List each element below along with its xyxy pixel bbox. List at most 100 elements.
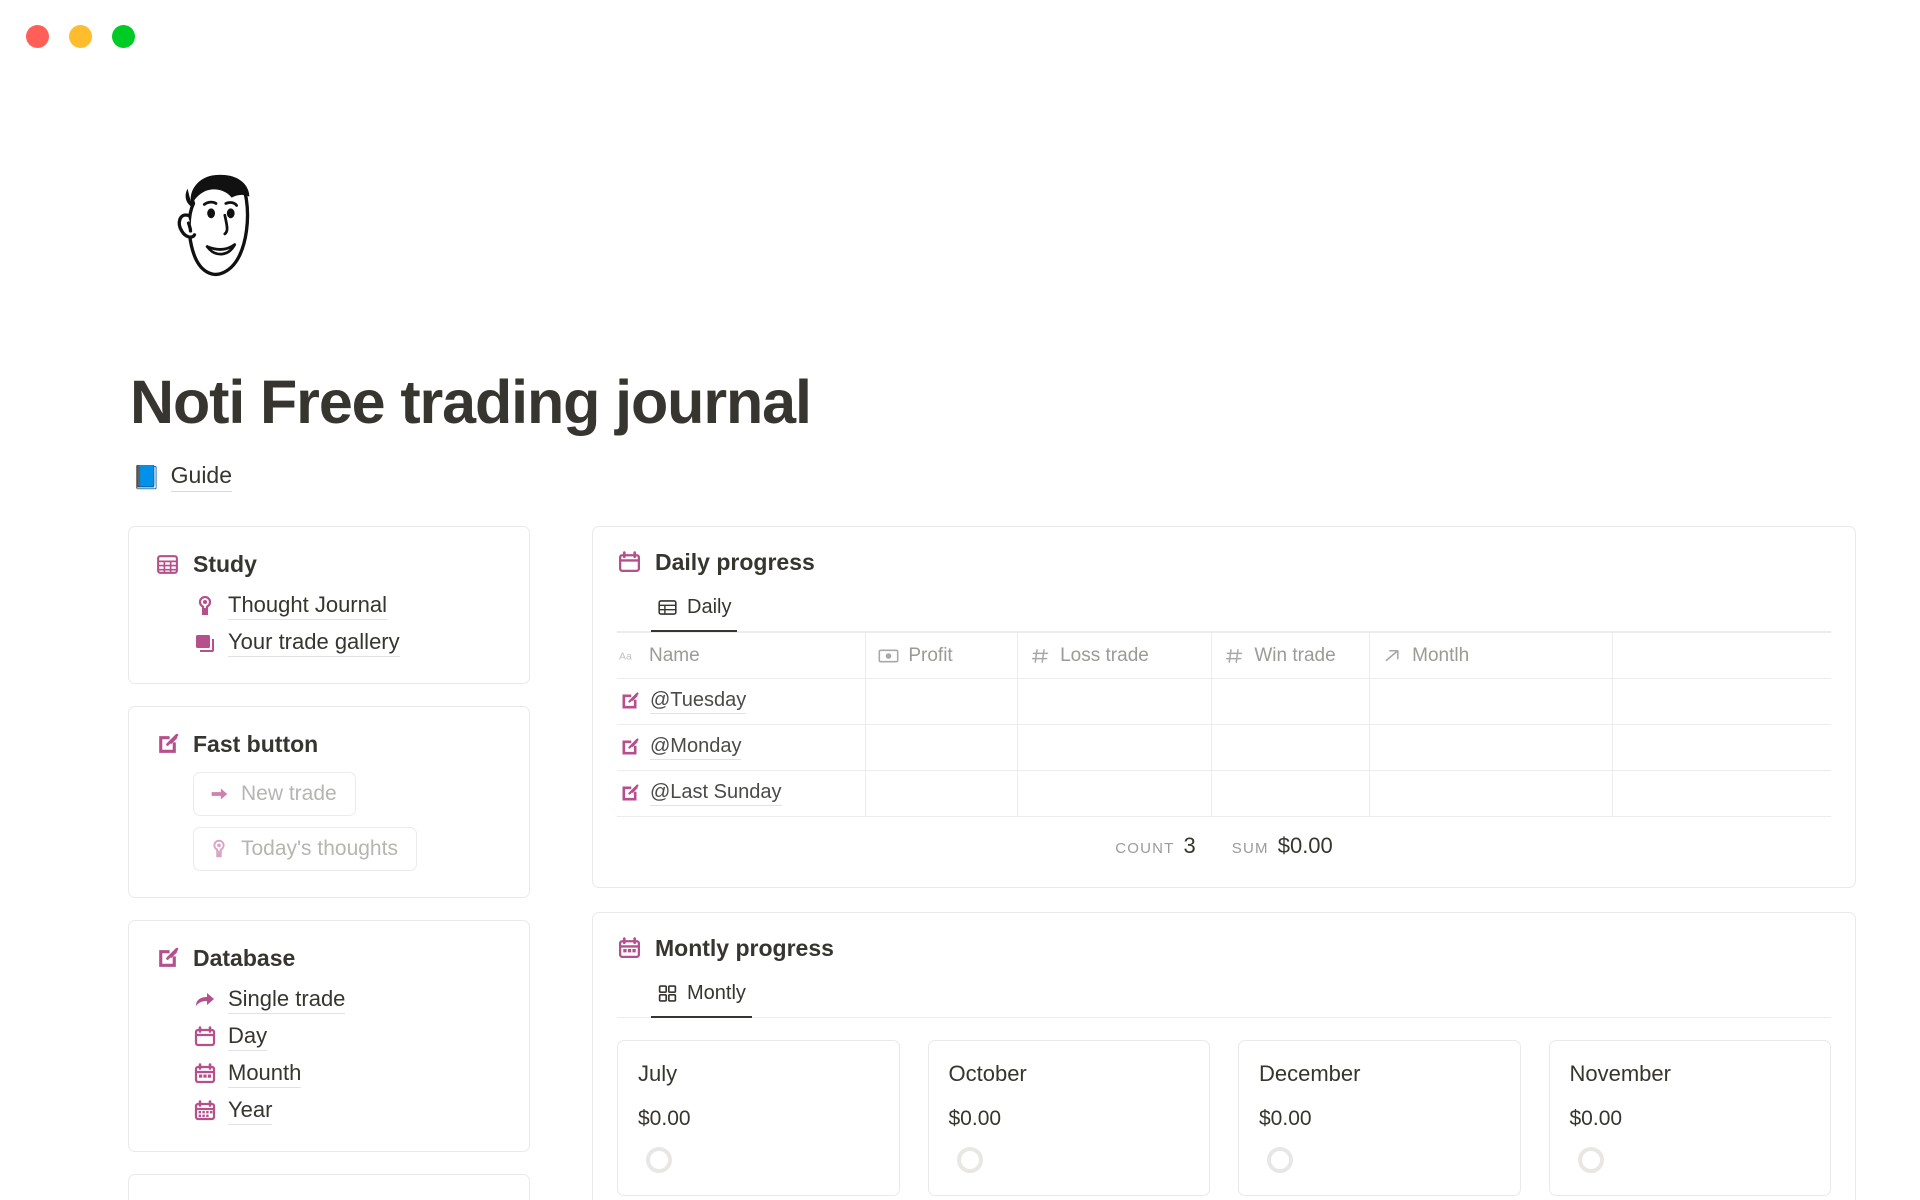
list-item[interactable]: Your trade gallery	[193, 629, 503, 658]
person-thought-icon	[208, 838, 230, 860]
aggregate-sum[interactable]: SUM $0.00	[1232, 833, 1333, 859]
guide-link[interactable]: Guide	[170, 462, 233, 493]
cell-loss-trade[interactable]	[1017, 770, 1213, 818]
cell-name[interactable]: @Monday	[617, 724, 867, 772]
cell-win-trade[interactable]	[1211, 678, 1371, 726]
gallery-card-title: October	[948, 1061, 1027, 1087]
gallery-card-sub	[949, 1147, 1190, 1174]
panel-montly-progress: Montly progress Montly July $0.00 Octobe…	[592, 912, 1856, 1200]
window-maximize-button[interactable]	[112, 24, 135, 48]
page-content: Noti Free trading journal 📘 Guide Study	[0, 164, 1920, 1200]
window-traffic-lights	[26, 24, 135, 48]
column-header-profit[interactable]: Profit	[865, 632, 1019, 680]
table-aggregates: COUNT 3 SUM $0.00	[617, 817, 1831, 859]
cell-profit[interactable]	[865, 724, 1019, 772]
gallery-card-sub	[1570, 1147, 1811, 1174]
list-item[interactable]: Single trade	[193, 986, 503, 1015]
card-study-header: Study	[155, 551, 503, 578]
cell-name[interactable]: @Tuesday	[617, 678, 867, 726]
panel-daily-progress: Daily progress Daily Aa Name Profit Loss…	[592, 526, 1856, 889]
page: Noti Free trading journal 📘 Guide Study	[0, 164, 1920, 1200]
list-item-label: Single trade	[228, 986, 346, 1015]
gallery-card[interactable]: July $0.00	[617, 1040, 900, 1197]
table-grid-icon	[155, 552, 180, 577]
page-title: Noti Free trading journal	[130, 368, 812, 436]
cell-profit[interactable]	[865, 770, 1019, 818]
column-header-add[interactable]	[1612, 632, 1831, 680]
arrow-up-right-icon	[1382, 647, 1403, 665]
montly-gallery: July $0.00 October $0.00 December $0.00 …	[617, 1018, 1831, 1197]
card-fast-button: Fast button New trade Today's thoughts	[128, 706, 530, 899]
daily-table: Aa Name Profit Loss trade Win trade Mont…	[617, 632, 1831, 818]
cell-extra[interactable]	[1612, 678, 1831, 726]
table-row[interactable]: @Tuesday	[617, 678, 1831, 726]
panel-montly-progress-title: Montly progress	[655, 935, 834, 962]
gallery-card[interactable]: December $0.00	[1238, 1040, 1521, 1197]
gallery-card-value: $0.00	[638, 1107, 691, 1131]
gallery-card[interactable]: November $0.00	[1548, 1040, 1831, 1197]
person-thought-icon	[193, 594, 217, 618]
list-item[interactable]: Mounth	[193, 1060, 503, 1089]
cell-profit[interactable]	[865, 678, 1019, 726]
cell-win-trade[interactable]	[1211, 724, 1371, 772]
cell-montlh[interactable]	[1369, 770, 1613, 818]
cell-loss-trade[interactable]	[1017, 724, 1213, 772]
gallery-card[interactable]: October $0.00	[927, 1040, 1210, 1197]
cell-loss-trade[interactable]	[1017, 678, 1213, 726]
table-header-row: Aa Name Profit Loss trade Win trade Mont…	[617, 632, 1831, 680]
gallery-card-sub	[638, 1147, 879, 1174]
column-header-loss-trade[interactable]: Loss trade	[1017, 632, 1213, 680]
new-trade-button[interactable]: New trade	[193, 772, 356, 817]
gallery-card-title: December	[1259, 1061, 1361, 1087]
calendar-day-icon	[193, 1025, 217, 1049]
book-emoji-icon: 📘	[132, 463, 161, 490]
gallery-card-title: November	[1569, 1061, 1671, 1087]
daily-view-tabs: Daily	[617, 592, 1831, 633]
card-study-title: Study	[193, 551, 257, 578]
calendar-year-icon	[193, 1099, 217, 1123]
cell-montlh[interactable]	[1369, 724, 1613, 772]
progress-ring-icon	[1267, 1147, 1293, 1174]
table-view-icon	[657, 597, 678, 618]
tab-montly[interactable]: Montly	[651, 978, 752, 1019]
aggregate-count[interactable]: COUNT 3	[1115, 833, 1196, 859]
gallery-icon	[193, 631, 217, 655]
column-header-montlh[interactable]: Montlh	[1369, 632, 1613, 680]
cell-name-label: @Tuesday	[650, 689, 747, 715]
cell-extra[interactable]	[1612, 770, 1831, 818]
window-close-button[interactable]	[26, 24, 49, 48]
window-minimize-button[interactable]	[69, 24, 92, 48]
pencil-square-icon	[619, 691, 640, 712]
cell-extra[interactable]	[1612, 724, 1831, 772]
gallery-card-value: $0.00	[948, 1107, 1002, 1131]
list-item[interactable]: Day	[193, 1023, 503, 1052]
cell-montlh[interactable]	[1369, 678, 1613, 726]
pencil-square-icon	[155, 946, 180, 971]
progress-ring-icon	[1577, 1147, 1604, 1174]
fast-button-list: New trade Today's thoughts	[155, 772, 503, 872]
face-doodle-icon	[168, 164, 266, 292]
table-row[interactable]: @Last Sunday	[617, 770, 1831, 818]
todays-thoughts-button[interactable]: Today's thoughts	[193, 827, 417, 872]
aa-text-icon: Aa	[619, 647, 640, 665]
calendar-month-icon	[617, 936, 642, 961]
arrow-curve-right-icon	[193, 988, 217, 1012]
sidebar-column: Study Thought Journal Your trade gallery…	[128, 526, 530, 1200]
gallery-card-value: $0.00	[1259, 1107, 1312, 1131]
gallery-card-value: $0.00	[1569, 1107, 1623, 1131]
card-database-title: Database	[193, 945, 296, 972]
cell-name[interactable]: @Last Sunday	[617, 770, 867, 818]
money-icon	[878, 647, 899, 665]
cell-win-trade[interactable]	[1211, 770, 1371, 818]
tab-daily[interactable]: Daily	[651, 592, 738, 633]
main-column: Daily progress Daily Aa Name Profit Loss…	[592, 526, 1856, 1200]
column-header-win-trade[interactable]: Win trade	[1211, 632, 1371, 680]
calendar-day-icon	[617, 550, 642, 575]
list-item[interactable]: Thought Journal	[193, 592, 503, 621]
list-item[interactable]: Year	[193, 1097, 503, 1126]
table-row[interactable]: @Monday	[617, 724, 1831, 772]
guide-link-row[interactable]: 📘 Guide	[132, 462, 1856, 493]
card-database: Database Single trade Day Mounth Year	[128, 920, 530, 1153]
column-header-profit-label: Profit	[908, 644, 953, 666]
column-header-name[interactable]: Aa Name	[617, 632, 867, 680]
